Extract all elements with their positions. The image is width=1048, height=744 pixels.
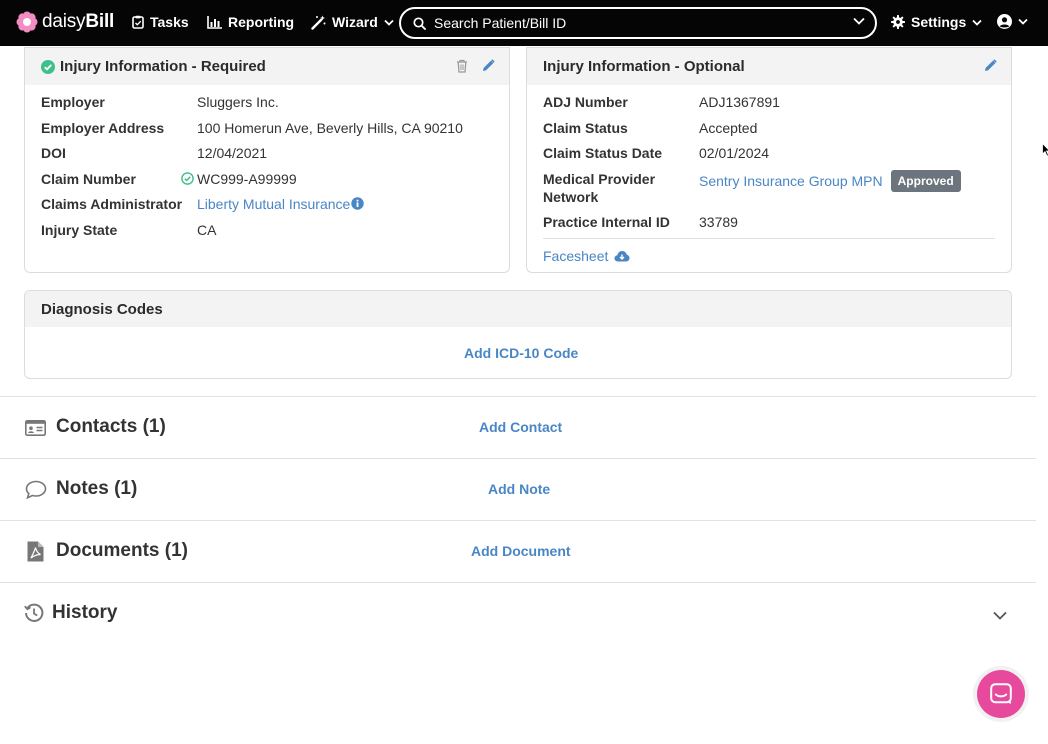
contacts-section: Contacts (1) Add Contact	[0, 396, 1036, 458]
documents-section: Documents (1) Add Document	[0, 520, 1036, 582]
injury-required-card: Injury Information - Required Employer S…	[24, 47, 510, 273]
mouse-pointer-icon	[1042, 143, 1048, 157]
daisy-flower-icon	[16, 11, 38, 33]
nav-wizard[interactable]: Wizard	[311, 14, 394, 30]
practice-internal-id-label: Practice Internal ID	[543, 214, 670, 230]
employer-address-value: 100 Homerun Ave, Beverly Hills, CA 90210	[197, 120, 463, 136]
employer-address-label: Employer Address	[41, 120, 165, 136]
check-circle-icon	[41, 59, 55, 74]
notes-title: Notes (1)	[56, 478, 138, 499]
claim-verified-check-icon	[181, 172, 194, 185]
search-icon	[413, 16, 426, 30]
claims-administrator-label: Claims Administrator	[41, 196, 183, 212]
chat-icon	[990, 683, 1012, 704]
search-input[interactable]	[434, 15, 834, 31]
chevron-down-icon	[972, 19, 982, 26]
claim-status-value: Accepted	[699, 120, 758, 136]
patient-bill-search[interactable]	[399, 7, 877, 39]
top-navbar: daisyBill Tasks Reporting Wizard Setting…	[0, 0, 1048, 46]
gear-icon	[891, 15, 905, 29]
approved-badge: Approved	[890, 170, 961, 192]
nav-tasks[interactable]: Tasks	[132, 14, 189, 30]
logo-text: daisyBill	[42, 11, 115, 32]
facesheet-label: Facesheet	[543, 248, 609, 264]
chat-support-button[interactable]	[977, 670, 1025, 718]
doi-value: 12/04/2021	[197, 145, 268, 161]
pencil-edit-icon[interactable]	[984, 59, 997, 72]
injury-required-header: Injury Information - Required	[25, 48, 509, 85]
user-avatar-icon	[997, 14, 1012, 29]
speech-bubble-icon	[25, 480, 47, 499]
contacts-title: Contacts (1)	[56, 416, 166, 437]
nav-reporting[interactable]: Reporting	[207, 14, 294, 30]
cloud-download-icon	[614, 251, 630, 262]
diagnosis-codes-title: Diagnosis Codes	[41, 300, 163, 318]
adj-number-value: ADJ1367891	[699, 94, 780, 110]
mpn-label: Medical Provider Network	[543, 171, 656, 205]
nav-reporting-label: Reporting	[228, 14, 295, 30]
employer-label: Employer	[41, 94, 105, 110]
mpn-value: Sentry Insurance Group MPN Approved	[699, 170, 961, 192]
history-clock-icon	[24, 603, 44, 622]
injury-state-value: CA	[197, 222, 217, 238]
nav-wizard-label: Wizard	[332, 14, 378, 30]
mpn-link[interactable]: Sentry Insurance Group MPN	[699, 173, 883, 189]
claim-status-label: Claim Status	[543, 120, 628, 136]
doi-label: DOI	[41, 145, 66, 161]
claims-administrator-link[interactable]: Liberty Mutual Insurance	[197, 195, 350, 213]
chevron-down-icon	[384, 19, 394, 26]
employer-value: Sluggers Inc.	[197, 94, 279, 110]
clipboard-icon	[132, 15, 144, 29]
injury-state-label: Injury State	[41, 222, 118, 238]
nav-settings[interactable]: Settings	[891, 14, 982, 30]
claim-number-label: Claim Number	[41, 171, 136, 187]
adj-number-label: ADJ Number	[543, 94, 628, 110]
injury-optional-header: Injury Information - Optional	[527, 48, 1011, 85]
add-document-link[interactable]: Add Document	[471, 543, 571, 559]
nav-settings-label: Settings	[911, 14, 967, 30]
diagnosis-codes-card: Diagnosis Codes Add ICD-10 Code	[24, 290, 1012, 379]
chevron-down-icon	[1018, 18, 1028, 25]
notes-section: Notes (1) Add Note	[0, 458, 1036, 520]
history-section[interactable]: History	[0, 582, 1036, 644]
facesheet-link[interactable]: Facesheet	[543, 247, 630, 265]
nav-tasks-label: Tasks	[150, 14, 189, 30]
trash-icon[interactable]	[456, 59, 468, 73]
history-title: History	[52, 602, 118, 623]
user-menu[interactable]	[997, 14, 1028, 29]
pdf-file-icon	[27, 541, 44, 562]
search-dropdown-chevron-icon[interactable]	[853, 17, 865, 25]
claim-status-date-value: 02/01/2024	[699, 145, 770, 161]
injury-optional-title: Injury Information - Optional	[543, 58, 745, 75]
claim-status-date-label: Claim Status Date	[543, 145, 663, 161]
chevron-down-icon[interactable]	[993, 611, 1007, 620]
add-icd10-code-link[interactable]: Add ICD-10 Code	[464, 345, 578, 361]
injury-required-title: Injury Information - Required	[60, 58, 266, 75]
injury-optional-card: Injury Information - Optional ADJ Number…	[526, 47, 1012, 273]
daisybill-logo[interactable]: daisyBill	[16, 11, 114, 33]
bar-chart-icon	[207, 15, 222, 29]
info-circle-icon[interactable]	[351, 197, 364, 210]
add-note-link[interactable]: Add Note	[488, 481, 550, 497]
divider	[543, 238, 995, 239]
documents-title: Documents (1)	[56, 540, 188, 561]
magic-wand-icon	[311, 15, 326, 30]
id-card-icon	[25, 420, 46, 436]
diagnosis-codes-header: Diagnosis Codes	[25, 291, 1011, 327]
claim-number-value: WC999-A99999	[197, 171, 297, 187]
add-contact-link[interactable]: Add Contact	[479, 419, 562, 435]
practice-internal-id-value: 33789	[699, 214, 738, 230]
pencil-edit-icon[interactable]	[482, 59, 495, 72]
